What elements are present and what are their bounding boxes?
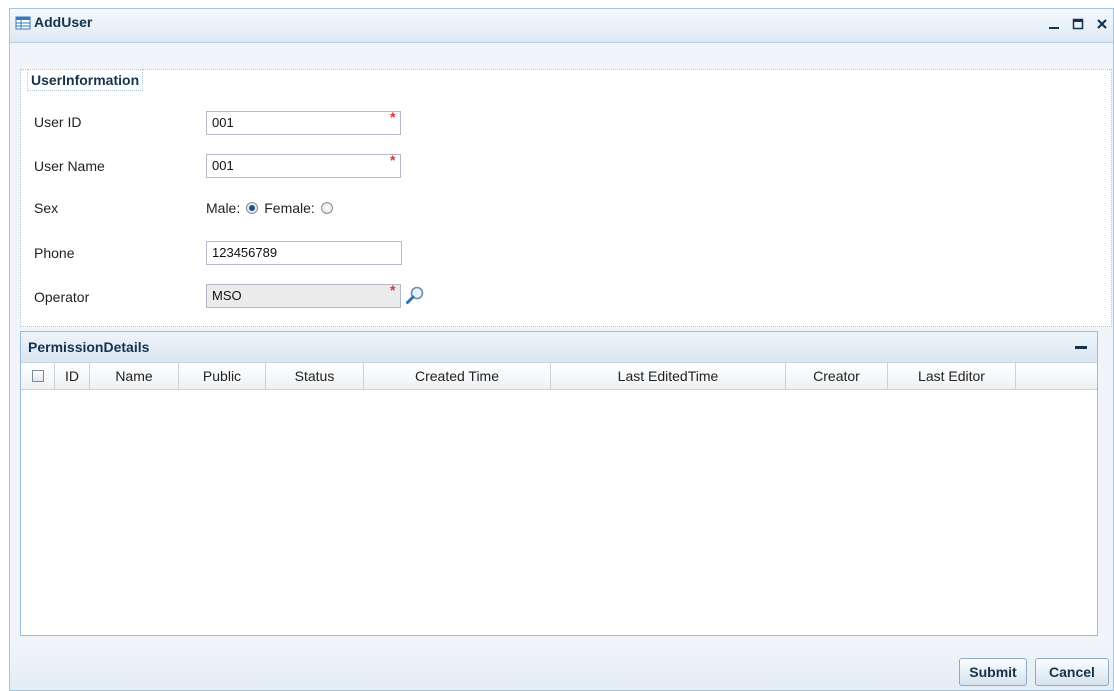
select-all-checkbox[interactable] (31, 370, 44, 382)
sex-radio-group: Male: Female: (206, 200, 337, 216)
minimize-icon[interactable] (1047, 17, 1061, 31)
column-header-created-time[interactable]: Created Time (364, 363, 551, 389)
user-name-label: User Name (34, 158, 105, 174)
select-all-column[interactable] (21, 363, 55, 389)
user-id-input[interactable]: 001 (206, 111, 401, 135)
window-body: UserInformation User ID 001 * User Name … (11, 57, 1112, 642)
user-information-legend: UserInformation (27, 69, 144, 91)
operator-required-mark: * (390, 282, 396, 298)
user-name-input[interactable]: 001 (206, 154, 401, 178)
cancel-button[interactable]: Cancel (1035, 658, 1109, 686)
permission-details-panel: PermissionDetails ID Name Public Status … (20, 331, 1098, 636)
maximize-icon[interactable] (1071, 17, 1085, 31)
permission-details-title: PermissionDetails (28, 339, 150, 355)
close-icon[interactable] (1095, 17, 1109, 31)
user-id-required-mark: * (390, 109, 396, 125)
male-label: Male: (206, 200, 241, 216)
permission-details-header: PermissionDetails (21, 332, 1097, 363)
column-header-last-editor[interactable]: Last Editor (888, 363, 1016, 389)
column-header-status[interactable]: Status (266, 363, 364, 389)
column-header-name[interactable]: Name (90, 363, 179, 389)
female-label: Female: (264, 200, 315, 216)
column-header-id[interactable]: ID (55, 363, 90, 389)
add-user-window: AddUser UserInformation User ID 001 * Us… (9, 8, 1114, 691)
male-radio[interactable] (246, 202, 259, 214)
grid-icon (15, 15, 31, 34)
user-name-required-mark: * (390, 152, 396, 168)
phone-label: Phone (34, 245, 75, 261)
column-header-creator[interactable]: Creator (786, 363, 888, 389)
column-header-public[interactable]: Public (179, 363, 266, 389)
grid-header-row: ID Name Public Status Created Time Last … (21, 363, 1097, 390)
female-radio[interactable] (320, 202, 333, 214)
operator-label: Operator (34, 289, 90, 305)
collapse-icon[interactable] (1075, 346, 1087, 349)
phone-input[interactable]: 123456789 (206, 241, 402, 265)
window-tools (1047, 17, 1109, 31)
user-information-fieldset: UserInformation User ID 001 * User Name … (20, 69, 1112, 327)
user-id-label: User ID (34, 114, 82, 130)
sex-label: Sex (34, 200, 59, 216)
window-title: AddUser (34, 14, 93, 30)
grid-body[interactable] (21, 390, 1097, 635)
window-titlebar[interactable]: AddUser (10, 9, 1113, 43)
window-footer: Submit Cancel (10, 643, 1113, 690)
search-icon[interactable] (405, 285, 425, 308)
submit-button[interactable]: Submit (959, 658, 1027, 686)
column-header-last-edited-time[interactable]: Last EditedTime (551, 363, 786, 389)
operator-input[interactable]: MSO (206, 284, 401, 308)
